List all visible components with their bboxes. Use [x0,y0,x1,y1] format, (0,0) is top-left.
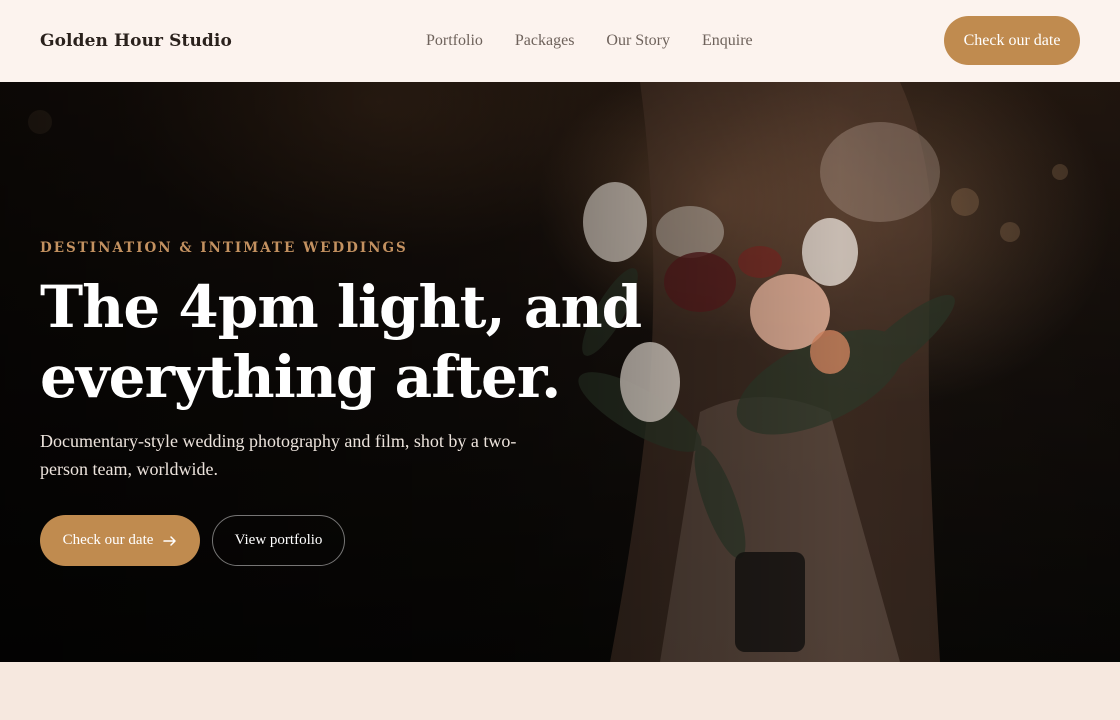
hero-title-line-1: The 4pm light, and [40,273,642,341]
header-check-date-button[interactable]: Check our date [944,16,1080,65]
nav-link-enquire[interactable]: Enquire [702,32,753,50]
next-section [0,662,1120,720]
brand-logo[interactable]: Golden Hour Studio [40,31,232,51]
site-header: Golden Hour Studio Portfolio Packages Ou… [0,0,1120,82]
arrow-right-icon [163,535,177,547]
hero-view-portfolio-button[interactable]: View portfolio [212,515,345,566]
nav-link-portfolio[interactable]: Portfolio [426,32,483,50]
hero-title-line-2: everything after. [40,343,561,411]
hero-check-date-button[interactable]: Check our date [40,515,200,566]
hero-eyebrow: DESTINATION & INTIMATE WEDDINGS [40,240,408,256]
main-nav: Portfolio Packages Our Story Enquire [426,0,753,82]
hero-title: The 4pm light, and everything after. [40,272,800,412]
hero-section: DESTINATION & INTIMATE WEDDINGS The 4pm … [0,82,1120,662]
hero-check-date-label: Check our date [62,532,154,548]
nav-link-packages[interactable]: Packages [515,32,575,50]
hero-subtitle: Documentary-style wedding photography an… [40,431,517,479]
nav-link-our-story[interactable]: Our Story [606,32,670,50]
